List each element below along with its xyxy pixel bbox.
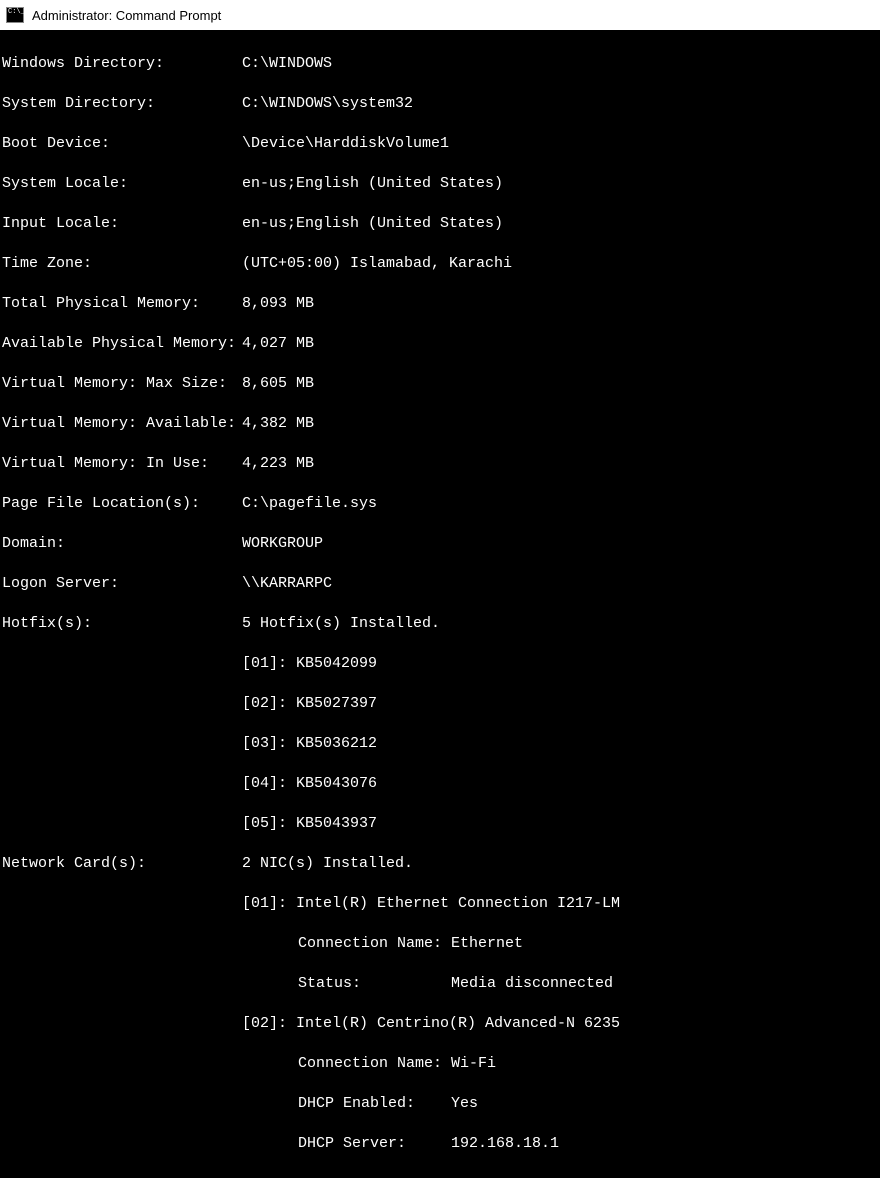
field-value: 4,382 MB	[242, 414, 314, 434]
cmd-icon	[6, 7, 24, 23]
field-value: en-us;English (United States)	[242, 214, 503, 234]
field-value: C:\WINDOWS	[242, 54, 332, 74]
field-label: System Locale:	[2, 174, 242, 194]
nic-detail: Connection Name: Ethernet	[2, 934, 878, 954]
nic-detail: DHCP Enabled: Yes	[2, 1094, 878, 1114]
field-label: Boot Device:	[2, 134, 242, 154]
field-label: Hotfix(s):	[2, 614, 242, 634]
field-value: C:\pagefile.sys	[242, 494, 377, 514]
field-label: Windows Directory:	[2, 54, 242, 74]
nic-detail: Connection Name: Wi-Fi	[2, 1054, 878, 1074]
hotfix-item: [01]: KB5042099	[2, 654, 878, 674]
field-label: Input Locale:	[2, 214, 242, 234]
field-value: C:\WINDOWS\system32	[242, 94, 413, 114]
hotfix-item: [05]: KB5043937	[2, 814, 878, 834]
field-label: Time Zone:	[2, 254, 242, 274]
window-title: Administrator: Command Prompt	[32, 8, 221, 23]
field-value: en-us;English (United States)	[242, 174, 503, 194]
nic-detail: DHCP Server: 192.168.18.1	[2, 1134, 878, 1154]
field-label: Domain:	[2, 534, 242, 554]
field-value: WORKGROUP	[242, 534, 323, 554]
field-label: System Directory:	[2, 94, 242, 114]
field-value: 8,605 MB	[242, 374, 314, 394]
field-value: 8,093 MB	[242, 294, 314, 314]
field-label: Total Physical Memory:	[2, 294, 242, 314]
field-value: 4,027 MB	[242, 334, 314, 354]
hotfix-item: [02]: KB5027397	[2, 694, 878, 714]
field-label: Logon Server:	[2, 574, 242, 594]
field-label: Page File Location(s):	[2, 494, 242, 514]
field-value: 5 Hotfix(s) Installed.	[242, 614, 440, 634]
field-value: \Device\HarddiskVolume1	[242, 134, 449, 154]
terminal-output: Windows Directory:C:\WINDOWS System Dire…	[0, 30, 880, 1178]
field-value: 4,223 MB	[242, 454, 314, 474]
field-value: \\KARRARPC	[242, 574, 332, 594]
nic-detail: Status: Media disconnected	[2, 974, 878, 994]
field-label: Virtual Memory: In Use:	[2, 454, 242, 474]
hotfix-item: [03]: KB5036212	[2, 734, 878, 754]
field-label: Available Physical Memory:	[2, 334, 242, 354]
nic-header: [02]: Intel(R) Centrino(R) Advanced-N 62…	[2, 1014, 878, 1034]
field-label: Network Card(s):	[2, 854, 242, 874]
field-value: 2 NIC(s) Installed.	[242, 854, 413, 874]
nic-header: [01]: Intel(R) Ethernet Connection I217-…	[2, 894, 878, 914]
field-label: Virtual Memory: Max Size:	[2, 374, 242, 394]
window-titlebar[interactable]: Administrator: Command Prompt	[0, 0, 880, 30]
field-label: Virtual Memory: Available:	[2, 414, 242, 434]
field-value: (UTC+05:00) Islamabad, Karachi	[242, 254, 512, 274]
hotfix-item: [04]: KB5043076	[2, 774, 878, 794]
